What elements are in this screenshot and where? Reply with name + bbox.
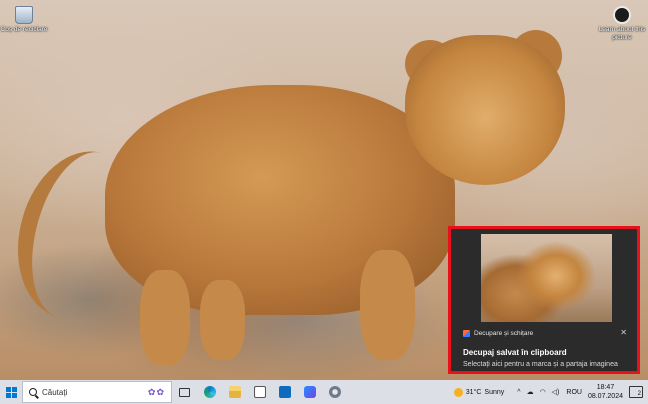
taskbar-file-explorer[interactable] [222, 380, 247, 404]
mail-icon [278, 386, 291, 398]
snipping-tool-icon [328, 386, 341, 398]
recycle-bin-label: Coș de reciclare [0, 26, 48, 33]
recycle-bin-icon [15, 6, 33, 24]
learn-about-picture-desktop-icon[interactable]: Learn about this picture [598, 6, 646, 42]
cloud-icon[interactable]: ☁ [527, 388, 534, 396]
weather-text: Sunny [484, 388, 505, 396]
close-icon[interactable]: ✕ [620, 328, 627, 337]
wallpaper-lion-leg [200, 280, 245, 360]
taskbar-store[interactable] [247, 380, 272, 404]
edge-icon [203, 386, 216, 398]
windows-logo-icon [5, 386, 17, 398]
learn-about-picture-label: Learn about this picture [598, 26, 646, 41]
weather-widget[interactable]: 31°C Sunny [453, 387, 505, 397]
task-view-icon [179, 387, 190, 397]
wallpaper-lion-leg [140, 270, 190, 365]
weather-temp: 31°C [465, 388, 482, 396]
search-highlight-icon: ✿✿ [147, 386, 165, 397]
toast-app-name: Decupare și schițare [474, 330, 534, 337]
toast-title: Decupaj salvat în clipboard [463, 348, 567, 357]
system-tray: 31°C Sunny ^ ☁ ◠ ◁) ROU 18:47 08.07.2024… [453, 380, 648, 404]
volume-icon[interactable]: ◁) [552, 388, 560, 396]
search-icon [29, 388, 37, 396]
clock-time: 18:47 [596, 384, 615, 391]
wallpaper-lion-head [405, 35, 565, 185]
snipping-tool-icon [463, 330, 470, 337]
chevron-up-icon[interactable]: ^ [517, 389, 520, 396]
task-view-button[interactable] [172, 380, 197, 404]
snip-notification-toast[interactable]: Decupare și schițare ✕ Decupaj salvat în… [448, 226, 640, 374]
taskbar-photos[interactable] [297, 380, 322, 404]
taskbar-edge[interactable] [197, 380, 222, 404]
snip-preview-image[interactable] [481, 234, 612, 322]
start-button[interactable] [0, 380, 22, 404]
taskbar-mail[interactable] [272, 380, 297, 404]
taskbar-search-box[interactable]: Căutați ✿✿ [22, 381, 172, 403]
folder-icon [228, 386, 241, 398]
toast-body: Selectați aici pentru a marca și a parta… [463, 361, 618, 368]
photos-icon [303, 386, 316, 398]
language-indicator[interactable]: ROU [566, 389, 582, 396]
notification-count: 2 [637, 391, 641, 397]
sun-icon [453, 387, 463, 397]
notification-center-button[interactable]: 2 [629, 386, 643, 398]
recycle-bin-desktop-icon[interactable]: Coș de reciclare [0, 6, 48, 34]
toast-app-header: Decupare și schițare [463, 330, 533, 337]
wallpaper-lion-leg [360, 250, 415, 360]
store-icon [253, 386, 266, 398]
wifi-icon[interactable]: ◠ [540, 388, 546, 396]
clock[interactable]: 18:47 08.07.2024 [588, 383, 623, 401]
taskbar-snipping-tool[interactable] [322, 380, 347, 404]
clock-date: 08.07.2024 [587, 393, 623, 400]
search-placeholder: Căutați [42, 387, 68, 397]
learn-about-picture-icon [613, 6, 631, 24]
taskbar: Căutați ✿✿ 31°C Sunny ^ ☁ ◠ ◁) ROU 18:47… [0, 380, 648, 404]
